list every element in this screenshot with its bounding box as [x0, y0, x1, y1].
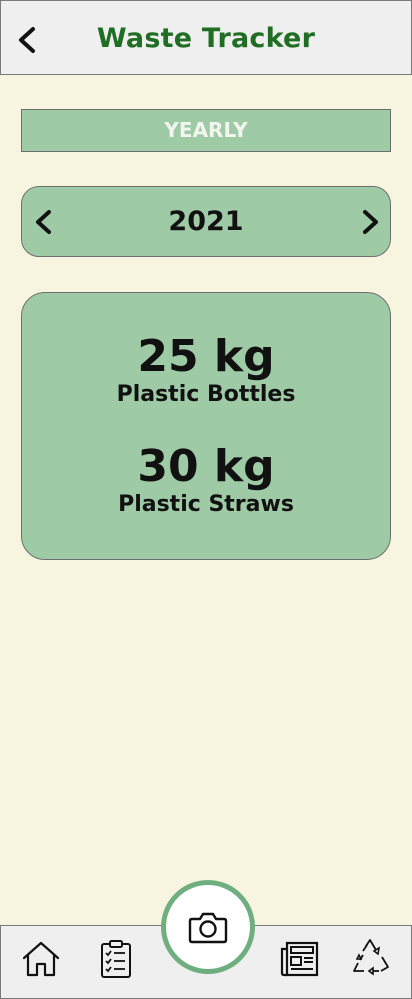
stat-amount: 30 kg — [137, 441, 275, 492]
clipboard-checklist-icon — [101, 940, 131, 978]
period-toggle-yearly[interactable]: YEARLY — [21, 109, 391, 152]
chevron-right-icon — [363, 210, 378, 234]
page-title: Waste Tracker — [96, 23, 316, 54]
year-selector: 2021 — [21, 186, 391, 257]
home-icon — [22, 941, 60, 977]
stat-item: 30 kg Plastic Straws — [22, 443, 390, 519]
recycle-icon — [353, 939, 389, 976]
next-year-button[interactable] — [354, 207, 384, 237]
stat-amount: 25 kg — [137, 331, 275, 382]
waste-stats-card: 25 kg Plastic Bottles 30 kg Plastic Stra… — [21, 292, 391, 560]
stat-label: Plastic Straws — [118, 492, 294, 517]
nav-home-button[interactable] — [19, 937, 63, 981]
nav-news-button[interactable] — [277, 937, 321, 981]
stat-label: Plastic Bottles — [116, 382, 296, 407]
camera-scan-button[interactable] — [161, 880, 255, 974]
app-header: Waste Tracker — [0, 0, 412, 75]
nav-checklist-button[interactable] — [94, 937, 138, 981]
newspaper-icon — [280, 941, 319, 977]
stat-item: 25 kg Plastic Bottles — [22, 333, 390, 409]
camera-icon — [188, 912, 228, 944]
year-label: 2021 — [168, 206, 244, 237]
nav-recycle-button[interactable] — [349, 937, 393, 981]
